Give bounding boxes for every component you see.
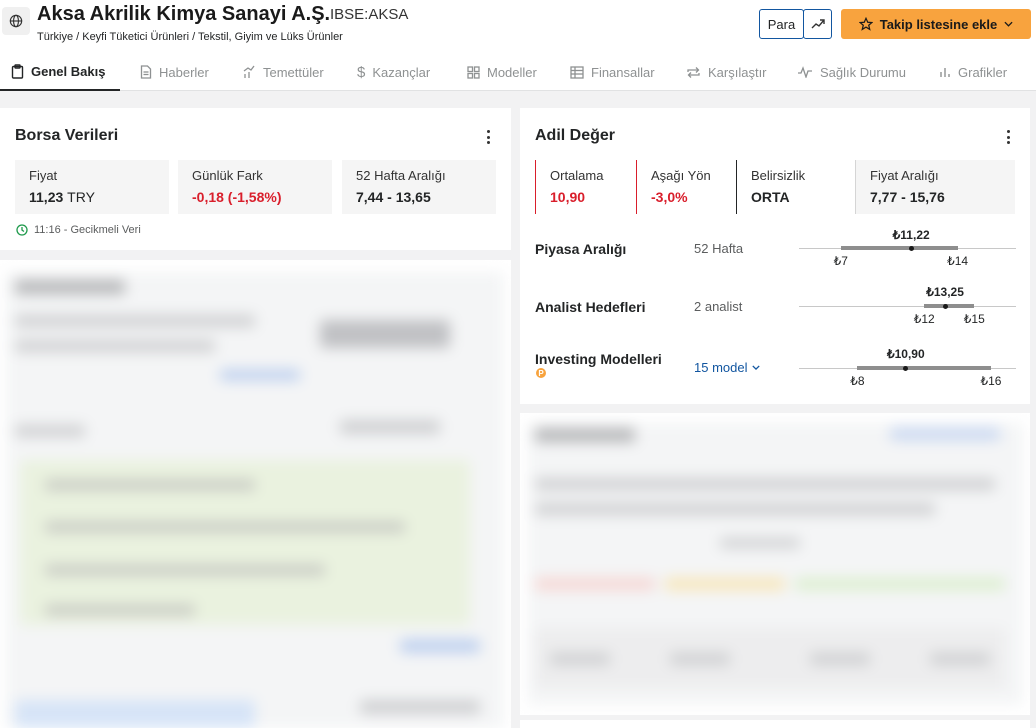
tab-label: Haberler [159, 64, 209, 80]
dollar-icon: $ [357, 63, 366, 81]
chevron-down-icon [752, 365, 761, 370]
tab-compare[interactable]: Karşılaştır [686, 54, 767, 90]
trend-up-icon [811, 19, 825, 29]
price-range-stat: Fiyat Aralığı 7,77 - 15,76 [855, 160, 1015, 214]
tab-models[interactable]: Modeller [467, 54, 537, 90]
tab-label: Modeller [487, 64, 537, 80]
dividend-chart-icon [243, 65, 255, 78]
locked-content-panel [0, 260, 511, 728]
price-value: 11,23 TRY [29, 189, 95, 205]
tab-label: Finansallar [591, 64, 655, 80]
range-label: 52 Hafta Aralığı [356, 168, 446, 183]
price-stat: Fiyat 11,23 TRY [15, 160, 169, 214]
tab-label: Karşılaştır [708, 64, 767, 80]
star-icon [858, 17, 873, 31]
price-label: Fiyat [29, 168, 58, 183]
tab-financials[interactable]: Finansallar [570, 54, 655, 90]
bar-chart-icon [940, 68, 950, 77]
tab-earnings[interactable]: $ Kazançlar [357, 54, 430, 90]
market-range-bar: ₺11,22 ₺7 ₺14 [799, 226, 1016, 271]
follow-button-label: Takip listesine ekle [879, 16, 998, 32]
next-card-edge [520, 720, 1030, 728]
tab-dividends[interactable]: Temettüler [242, 54, 324, 90]
ticker-symbol: IBSE:AKSA [330, 6, 409, 23]
range-high-label: ₺15 [963, 312, 985, 326]
spreadsheet-icon [570, 65, 584, 79]
pulse-icon [798, 66, 812, 78]
range-track [799, 306, 1016, 307]
change-label: Günlük Fark [192, 168, 263, 183]
current-marker [903, 366, 909, 371]
market-range-period: 52 Hafta [694, 241, 744, 256]
downside-stat: Aşağı Yön -3,0% [636, 160, 737, 214]
clock-icon [16, 224, 28, 236]
average-stat: Ortalama 10,90 [535, 160, 636, 214]
range-high-label: ₺14 [947, 254, 969, 268]
globe-icon [2, 7, 30, 35]
tab-label: Sağlık Durumu [820, 64, 906, 80]
range-segment [924, 304, 975, 308]
tab-label: Grafikler [958, 64, 1008, 80]
week52-range-stat: 52 Hafta Aralığı 7,44 - 13,65 [342, 160, 496, 214]
page-header: Aksa Akrilik Kimya Sanayi A.Ş. IBSE:AKSA… [0, 0, 1036, 54]
tab-label: Genel Bakış [31, 64, 106, 79]
market-data-card: Borsa Verileri Fiyat 11,23 TRY Günlük Fa… [0, 108, 511, 250]
change-value: -0,18 (-1,58%) [192, 189, 282, 205]
current-value-label: ₺11,22 [892, 228, 930, 242]
document-icon [140, 65, 152, 79]
locked-content-panel-right [520, 413, 1030, 715]
range-segment [857, 366, 991, 370]
fair-value-card: Adil Değer Ortalama 10,90 Aşağı Yön -3,0… [520, 108, 1030, 404]
range-low-label: ₺12 [913, 312, 935, 326]
tab-charts[interactable]: Grafikler [939, 54, 1007, 90]
range-low-label: ₺8 [850, 374, 865, 388]
range-low-label: ₺7 [833, 254, 848, 268]
market-range-label: Piyasa Aralığı [535, 241, 627, 257]
tab-label: Temettüler [263, 64, 324, 80]
tab-label: Kazançlar [372, 64, 431, 80]
card-title: Adil Değer [535, 127, 616, 144]
range-value: 7,44 - 13,65 [356, 189, 431, 205]
analyst-targets-label: Analist Hedefleri [535, 299, 646, 315]
tab-bar: Genel Bakış Haberler Temettüler $ Kazanç… [0, 54, 1036, 91]
company-name: Aksa Akrilik Kimya Sanayi A.Ş. [37, 3, 331, 25]
more-options-icon[interactable] [1006, 130, 1010, 144]
pro-badge-icon: P [536, 368, 546, 378]
currency-button[interactable]: Para [759, 9, 804, 39]
trend-button[interactable] [803, 9, 832, 39]
add-to-watchlist-button[interactable]: Takip listesine ekle [841, 9, 1031, 39]
tab-news[interactable]: Haberler [140, 54, 209, 90]
compare-arrows-icon [687, 66, 700, 78]
clipboard-icon [11, 64, 24, 79]
tab-overview[interactable]: Genel Bakış [0, 54, 120, 91]
current-marker [942, 304, 948, 309]
delay-note: 11:16 - Gecikmeli Veri [16, 224, 141, 236]
models-range-bar: ₺10,90 ₺8 ₺16 [799, 345, 1016, 390]
models-dropdown[interactable]: 15 model [694, 360, 761, 375]
daily-change-stat: Günlük Fark -0,18 (-1,58%) [178, 160, 332, 214]
range-high-label: ₺16 [980, 374, 1002, 388]
range-segment [840, 246, 958, 250]
analyst-range-bar: ₺13,25 ₺12 ₺15 [799, 285, 1016, 330]
current-value-label: ₺13,25 [926, 285, 964, 299]
chevron-down-icon [1004, 21, 1013, 27]
more-options-icon[interactable] [486, 130, 490, 144]
uncertainty-stat: Belirsizlik ORTA [736, 160, 850, 214]
breadcrumb: Türkiye / Keyfi Tüketici Ürünleri / Teks… [37, 31, 343, 43]
grid-icon [467, 65, 480, 79]
current-value-label: ₺10,90 [886, 347, 925, 361]
current-marker [908, 246, 914, 251]
card-title: Borsa Verileri [15, 127, 119, 144]
tab-health[interactable]: Sağlık Durumu [797, 54, 906, 90]
investing-models-label: Investing Modelleri [535, 351, 662, 367]
analyst-count: 2 analist [694, 299, 743, 314]
